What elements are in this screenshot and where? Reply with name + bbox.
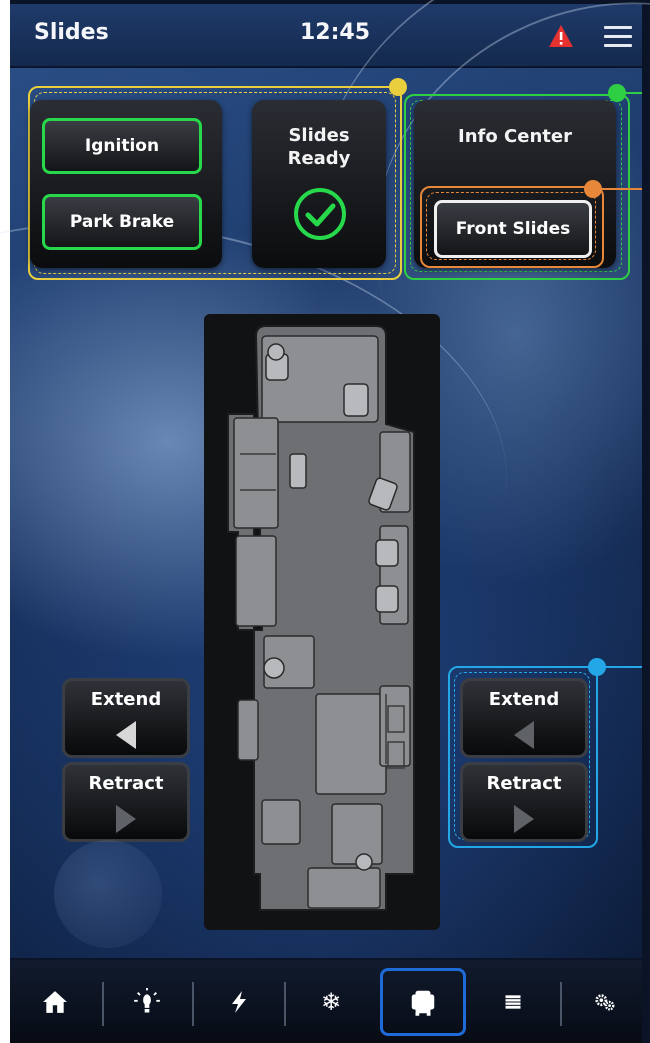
nav-slides[interactable] xyxy=(380,968,466,1036)
home-icon xyxy=(43,991,67,1013)
arrow-right-icon xyxy=(116,805,136,833)
nav-climate[interactable]: ❄ xyxy=(290,968,372,1036)
power-icon xyxy=(232,991,246,1013)
park-brake-indicator: Park Brake xyxy=(42,194,202,250)
settings-icon xyxy=(595,994,615,1011)
clock: 12:45 xyxy=(300,20,371,45)
nav-separator xyxy=(192,982,194,1026)
climate-icon: ❄ xyxy=(320,988,342,1016)
decorative-circle xyxy=(54,840,162,948)
left-extend-label: Extend xyxy=(90,689,162,710)
page-title: Slides xyxy=(34,20,109,45)
slides-ready-label: Slides Ready xyxy=(287,125,351,169)
nav-shades[interactable] xyxy=(472,968,554,1036)
ignition-indicator: Ignition xyxy=(42,118,202,174)
device-screen: Slides 12:45 Ignition Park Brake Slides … xyxy=(0,0,650,1043)
right-retract-button[interactable]: Retract xyxy=(460,762,588,842)
nav-power[interactable] xyxy=(198,968,280,1036)
left-extend-button[interactable]: Extend xyxy=(62,678,190,758)
shades-icon xyxy=(505,995,521,1009)
floorplan-panel xyxy=(204,314,440,930)
nav-home[interactable] xyxy=(14,968,96,1036)
slides-icon xyxy=(411,990,435,1016)
arrow-right-icon xyxy=(514,805,534,833)
annotation-line-blue xyxy=(602,666,642,668)
annotation-line-green xyxy=(622,92,642,94)
check-circle-icon xyxy=(294,188,346,240)
right-extend-label: Extend xyxy=(488,689,560,710)
nav-settings[interactable] xyxy=(564,968,646,1036)
lighting-icon xyxy=(134,988,160,1013)
front-slides-button[interactable]: Front Slides xyxy=(434,200,592,258)
left-retract-label: Retract xyxy=(88,773,164,794)
annotation-dot-yellow xyxy=(389,78,407,96)
info-center-title: Info Center xyxy=(458,126,572,147)
nav-separator xyxy=(102,982,104,1026)
nav-separator xyxy=(284,982,286,1026)
rv-floorplan xyxy=(227,325,415,911)
left-retract-button[interactable]: Retract xyxy=(62,762,190,842)
arrow-left-icon xyxy=(116,721,136,749)
right-extend-button[interactable]: Extend xyxy=(460,678,588,758)
slides-stage: Ignition Park Brake Slides Ready Info Ce… xyxy=(0,0,650,958)
right-retract-label: Retract xyxy=(486,773,562,794)
nav-separator xyxy=(560,982,562,1026)
bottom-nav: ❄ xyxy=(10,960,642,1043)
annotation-line-orange xyxy=(598,188,642,190)
arrow-left-icon xyxy=(514,721,534,749)
nav-lighting[interactable] xyxy=(106,968,188,1036)
